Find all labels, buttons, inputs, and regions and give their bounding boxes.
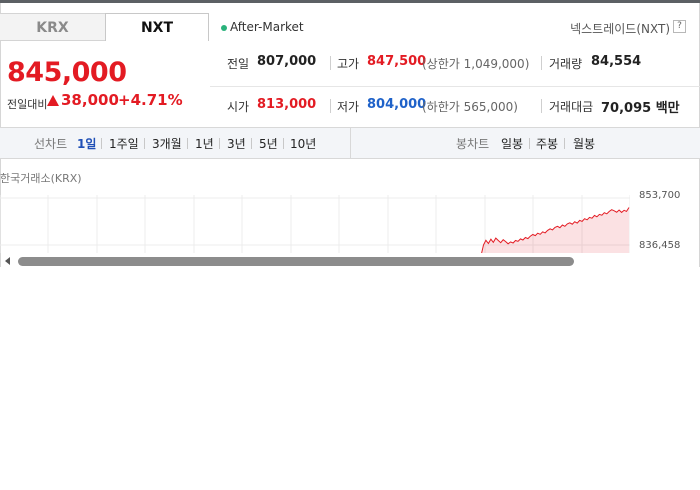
price-chart [0, 195, 630, 253]
tab-krx[interactable]: KRX [0, 13, 105, 41]
period-5y[interactable]: 5년 [259, 135, 278, 152]
help-icon[interactable]: ? [673, 20, 686, 33]
period-1y[interactable]: 1년 [195, 135, 214, 152]
period-separator [187, 138, 188, 149]
open-label: 시가 [227, 100, 250, 114]
stat-separator [330, 56, 331, 70]
period-3y[interactable]: 3년 [227, 135, 246, 152]
period-separator [101, 138, 102, 149]
lower-limit: (하한가 565,000) [422, 100, 518, 114]
period-1w[interactable]: 1주일 [109, 135, 139, 152]
period-separator [144, 138, 145, 149]
candle-daily[interactable]: 일봉 [501, 135, 523, 152]
stats-divider [210, 86, 700, 87]
candle-chart-label: 봉차트 [456, 137, 490, 151]
period-10y[interactable]: 10년 [290, 135, 316, 152]
tab-nxt[interactable]: NXT [105, 13, 209, 41]
amount-label: 거래대금 [549, 100, 594, 114]
prev-close-value: 807,000 [257, 54, 317, 69]
chart-scrollbar[interactable] [18, 257, 574, 266]
chart-plot-area [481, 207, 630, 253]
open-value: 813,000 [257, 97, 317, 112]
period-separator [219, 138, 220, 149]
current-price: 845,000 [7, 57, 127, 88]
upper-limit: (상한가 1,049,000) [422, 57, 530, 71]
amount-value: 70,095 백만 [601, 101, 680, 116]
volume-value: 84,554 [591, 54, 642, 69]
toolbar-divider [350, 127, 351, 159]
change-amount: 38,000 [61, 91, 119, 109]
candle-weekly[interactable]: 주봉 [536, 135, 558, 152]
prev-close-label: 전일 [227, 57, 250, 71]
change-percent: +4.71% [118, 91, 183, 109]
candle-monthly[interactable]: 월봉 [573, 135, 595, 152]
change-label: 전일대비 [7, 98, 48, 111]
line-chart-label: 선차트 [34, 137, 68, 151]
stat-separator [541, 56, 542, 70]
low-value: 804,000 [367, 97, 427, 112]
y-axis-low-label: 836,458 [639, 240, 681, 251]
stat-separator [330, 99, 331, 113]
period-1d[interactable]: 1일 [77, 135, 96, 152]
period-separator [251, 138, 252, 149]
session-status: After-Market [230, 20, 304, 34]
scroll-left-arrow-icon[interactable] [5, 257, 10, 265]
period-3m[interactable]: 3개월 [152, 135, 182, 152]
period-separator [283, 138, 284, 149]
high-value: 847,500 [367, 54, 427, 69]
y-axis-high-label: 853,700 [639, 190, 681, 201]
stat-separator [541, 99, 542, 113]
high-label: 고가 [337, 57, 360, 71]
period-separator [564, 138, 565, 149]
low-label: 저가 [337, 100, 360, 114]
market-name: 넥스트레이드(NXT) [570, 22, 670, 36]
up-arrow-icon [47, 95, 59, 106]
session-status-dot-icon [221, 25, 227, 31]
period-separator [529, 138, 530, 149]
volume-label: 거래량 [549, 57, 583, 71]
chart-exchange-label: 한국거래소(KRX) [0, 172, 82, 185]
